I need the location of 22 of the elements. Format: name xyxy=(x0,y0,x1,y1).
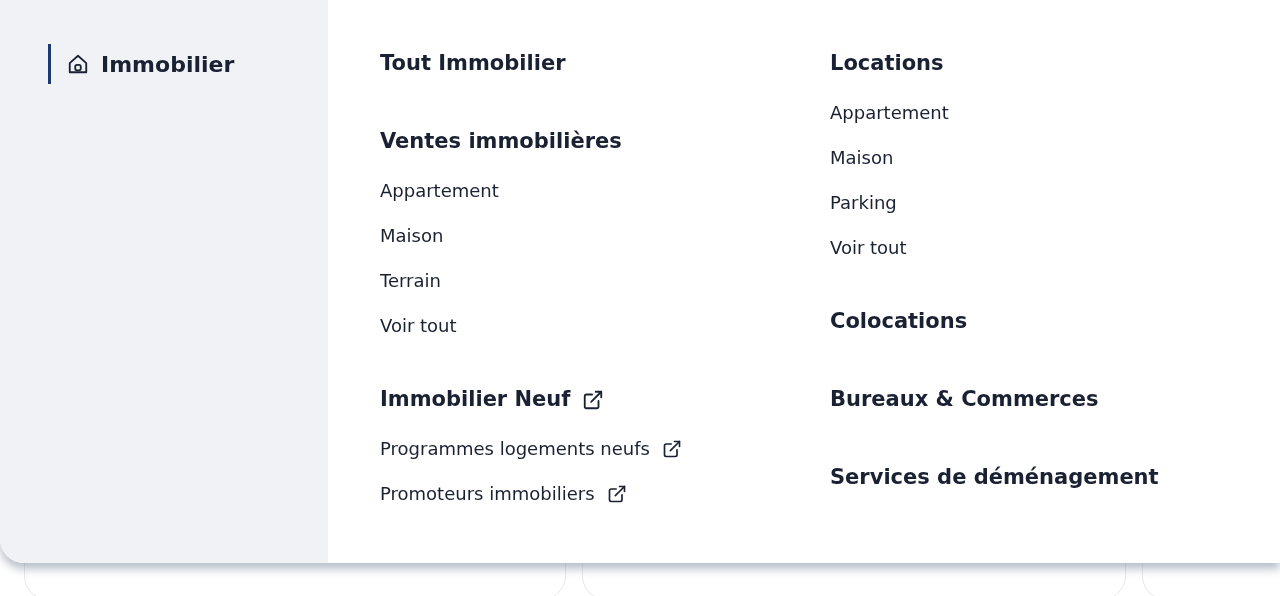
menu-link[interactable]: Programmes logements neufs xyxy=(380,426,682,471)
external-link-icon xyxy=(661,438,682,459)
menu-link[interactable]: Terrain xyxy=(380,258,441,303)
section-heading[interactable]: Tout Immobilier xyxy=(380,48,566,80)
menu-link[interactable]: Maison xyxy=(380,213,444,258)
section-heading[interactable]: Bureaux & Commerces xyxy=(830,384,1099,416)
section-heading[interactable]: Services de déménagement xyxy=(830,462,1159,494)
section-heading[interactable]: Colocations xyxy=(830,306,968,338)
menu-link[interactable]: Appartement xyxy=(380,168,499,213)
sidebar-item[interactable]: Immobilier xyxy=(48,44,235,84)
menu-link[interactable]: Voir tout xyxy=(380,303,457,348)
menu-link[interactable]: Maison xyxy=(830,135,894,180)
home-icon xyxy=(67,53,89,75)
menu-link[interactable]: Parking xyxy=(830,180,897,225)
section-heading[interactable]: Ventes immobilières xyxy=(380,126,622,158)
menu-link[interactable]: Appartement xyxy=(830,90,949,135)
menu-link[interactable]: Promoteurs immobiliers xyxy=(380,471,627,516)
section-heading[interactable]: Locations xyxy=(830,48,944,80)
menu-link[interactable]: Voir tout xyxy=(830,225,907,270)
section-heading[interactable]: Immobilier Neuf xyxy=(380,384,605,416)
external-link-icon xyxy=(606,483,627,504)
external-link-icon xyxy=(582,389,605,411)
